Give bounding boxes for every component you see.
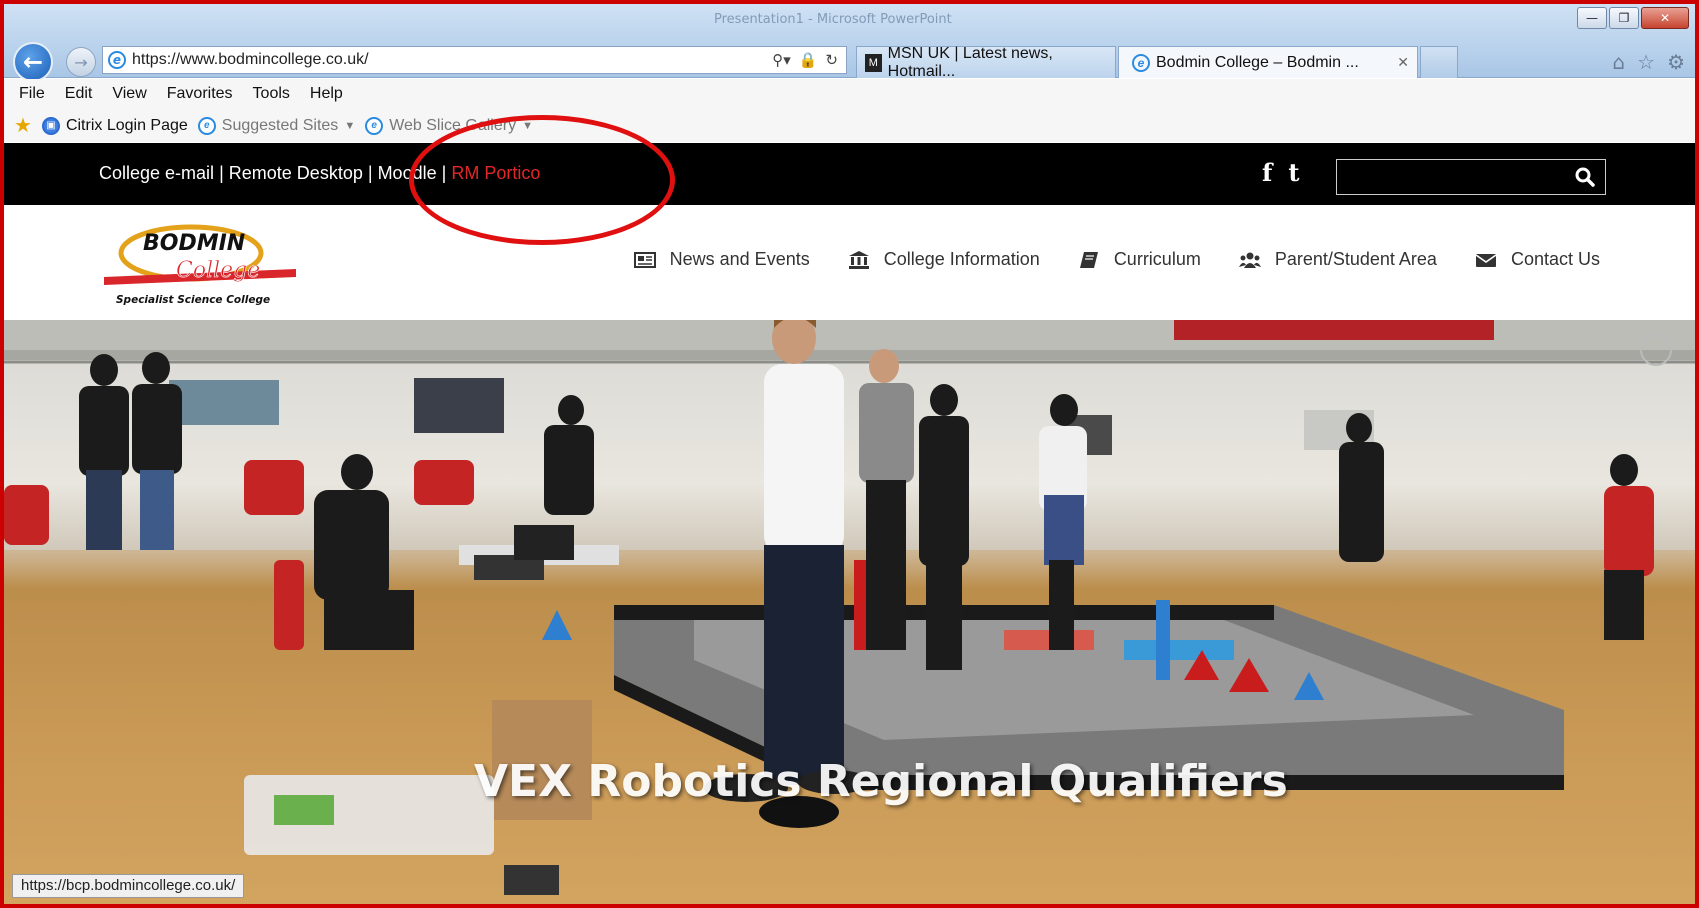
separator: |	[367, 163, 373, 183]
tab-bodmin[interactable]: e Bodmin College – Bodmin ... ✕	[1118, 46, 1418, 78]
site-header: BODMIN College Specialist Science Colleg…	[4, 205, 1695, 320]
nav-label: News and Events	[669, 249, 810, 269]
window-controls: — ❐ ✕	[1577, 7, 1689, 29]
new-tab-button[interactable]	[1420, 46, 1458, 78]
fav-citrix[interactable]: ▣ Citrix Login Page	[41, 116, 188, 135]
fav-suggested-sites[interactable]: e Suggested Sites ▼	[197, 116, 356, 135]
nav-news-and-events[interactable]: News and Events	[633, 249, 810, 270]
ie-icon: e	[1132, 53, 1150, 72]
ie-icon: e	[108, 51, 126, 69]
minimize-button[interactable]: —	[1577, 7, 1607, 29]
hero-caption: VEX Robotics Regional Qualifiers	[474, 756, 1288, 807]
restore-button[interactable]: ❐	[1609, 7, 1639, 29]
envelope-icon	[1475, 253, 1497, 267]
newspaper-icon	[633, 251, 656, 268]
star-icon[interactable]: ☆	[1637, 50, 1655, 74]
logo-tagline: Specialist Science College	[116, 294, 270, 306]
slider-indicator[interactable]	[1640, 334, 1672, 366]
fav-label: Suggested Sites	[221, 116, 339, 134]
chevron-down-icon: ▼	[344, 119, 356, 132]
close-window-button[interactable]: ✕	[1641, 7, 1689, 29]
logo-title: BODMIN	[143, 231, 245, 256]
tab-label: MSN UK | Latest news, Hotmail...	[887, 44, 1053, 80]
fav-label: Citrix Login Page	[65, 116, 188, 134]
address-tools: ⚲▾ 🔒 ↻	[772, 51, 846, 69]
gear-icon[interactable]: ⚙	[1667, 50, 1685, 74]
address-url[interactable]: https://www.bodmincollege.co.uk/	[132, 51, 369, 69]
nav-contact-us[interactable]: Contact Us	[1475, 249, 1600, 270]
citrix-icon: ▣	[41, 116, 60, 135]
hero-slider[interactable]: VEX Robotics Regional Qualifiers	[4, 320, 1695, 904]
favorites-bar: ★ ▣ Citrix Login Page e Suggested Sites …	[4, 109, 1695, 142]
arrow-left-icon: ←	[22, 48, 44, 76]
menu-help[interactable]: Help	[310, 85, 343, 103]
forward-button[interactable]: →	[66, 47, 96, 77]
site-search-input[interactable]	[1336, 159, 1606, 195]
nav-label: College Information	[883, 249, 1040, 269]
status-bar-url: https://bcp.bodmincollege.co.uk/	[12, 874, 245, 898]
social-links: f t	[1262, 158, 1299, 187]
facebook-icon[interactable]: f	[1262, 158, 1272, 187]
institution-icon	[848, 250, 869, 269]
logo-script: College	[176, 258, 260, 283]
window-title: Presentation1 - Microsoft PowerPoint	[714, 12, 952, 27]
lock-icon[interactable]: 🔒	[799, 51, 818, 69]
nav-college-information[interactable]: College Information	[848, 249, 1040, 270]
nav-label: Parent/Student Area	[1274, 249, 1437, 269]
menu-favorites[interactable]: Favorites	[167, 85, 233, 103]
search-dropdown-icon[interactable]: ⚲▾	[772, 51, 791, 69]
site-top-bar: College e-mail | Remote Desktop | Moodle…	[4, 143, 1695, 205]
favorites-star-icon[interactable]: ★	[14, 113, 32, 138]
browser-right-icons: ⌂ ☆ ⚙	[1612, 50, 1685, 74]
annotation-circle	[409, 115, 675, 245]
book-icon	[1079, 251, 1098, 268]
ie-icon: e	[197, 116, 216, 135]
nav-label: Curriculum	[1113, 249, 1201, 269]
separator: |	[219, 163, 224, 183]
search-icon[interactable]	[1575, 167, 1595, 187]
back-button[interactable]: ←	[13, 42, 53, 82]
menu-file[interactable]: File	[19, 85, 45, 103]
screenshot-frame: Presentation1 - Microsoft PowerPoint — ❐…	[4, 4, 1695, 904]
address-bar[interactable]: e https://www.bodmincollege.co.uk/ ⚲▾ 🔒 …	[102, 46, 847, 74]
twitter-icon[interactable]: t	[1288, 158, 1299, 187]
main-nav: News and Events College Information Curr…	[633, 249, 1600, 270]
home-icon[interactable]: ⌂	[1612, 50, 1625, 74]
college-email-link[interactable]: College e-mail	[99, 163, 214, 183]
nav-label: Contact Us	[1510, 249, 1600, 269]
tab-msn[interactable]: M MSN UK | Latest news, Hotmail...	[856, 44, 1116, 80]
tab-label: Bodmin College – Bodmin ...	[1156, 53, 1359, 71]
menu-tools[interactable]: Tools	[253, 85, 290, 103]
users-icon	[1238, 252, 1261, 268]
arrow-right-icon: →	[74, 52, 88, 72]
remote-desktop-link[interactable]: Remote Desktop	[229, 163, 363, 183]
nav-curriculum[interactable]: Curriculum	[1078, 249, 1201, 270]
menu-edit[interactable]: Edit	[65, 85, 93, 103]
ie-icon: e	[365, 116, 384, 135]
hero-photo	[4, 320, 1695, 904]
refresh-icon[interactable]: ↻	[825, 51, 838, 69]
close-tab-icon[interactable]: ✕	[1397, 54, 1409, 71]
nav-parent-student-area[interactable]: Parent/Student Area	[1238, 249, 1437, 270]
menu-bar: File Edit View Favorites Tools Help	[4, 79, 1695, 109]
menu-view[interactable]: View	[112, 85, 146, 103]
msn-icon: M	[865, 53, 882, 72]
bodmin-college-logo[interactable]: BODMIN College Specialist Science Colleg…	[96, 219, 301, 309]
